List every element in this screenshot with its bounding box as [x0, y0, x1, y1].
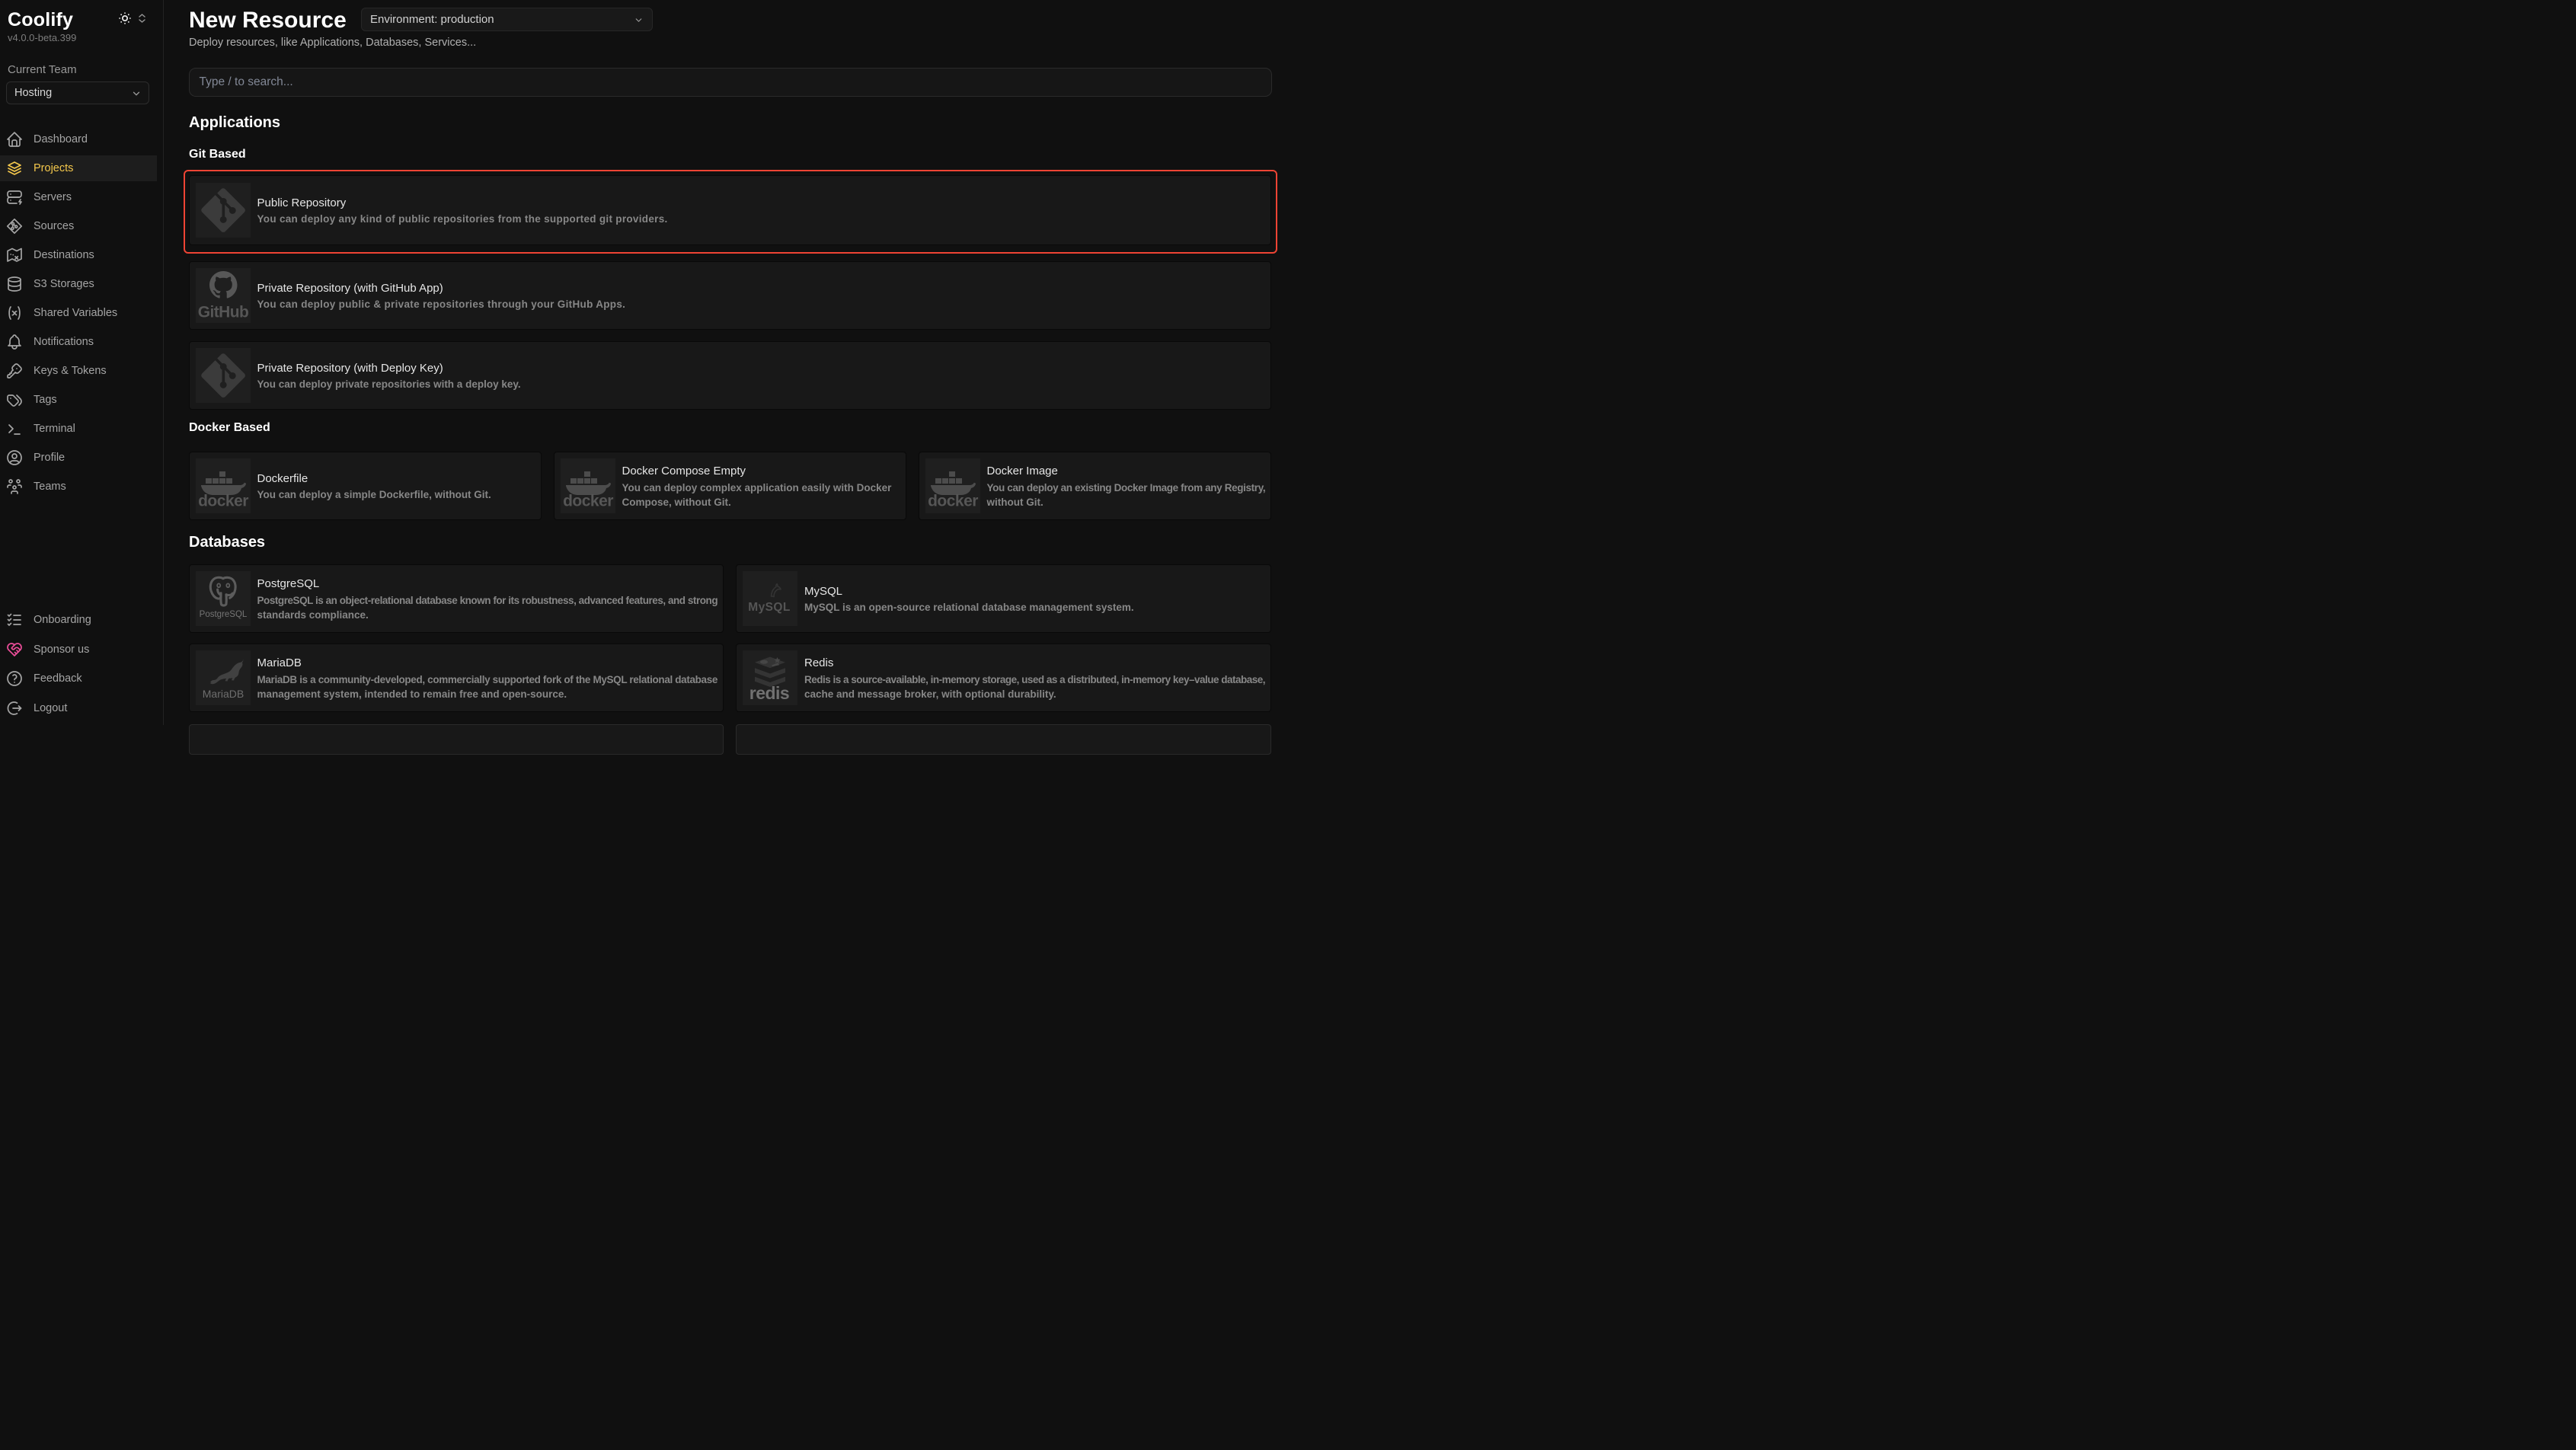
- svg-text:PostgreSQL: PostgreSQL: [199, 610, 247, 619]
- svg-text:docker: docker: [198, 493, 248, 510]
- svg-text:MySQL: MySQL: [748, 601, 790, 614]
- svg-text:redis: redis: [749, 683, 789, 703]
- svg-text:GitHub: GitHub: [197, 304, 248, 321]
- svg-text:docker: docker: [928, 493, 978, 510]
- svg-text:MariaDB: MariaDB: [202, 688, 243, 700]
- svg-text:docker: docker: [563, 493, 613, 510]
